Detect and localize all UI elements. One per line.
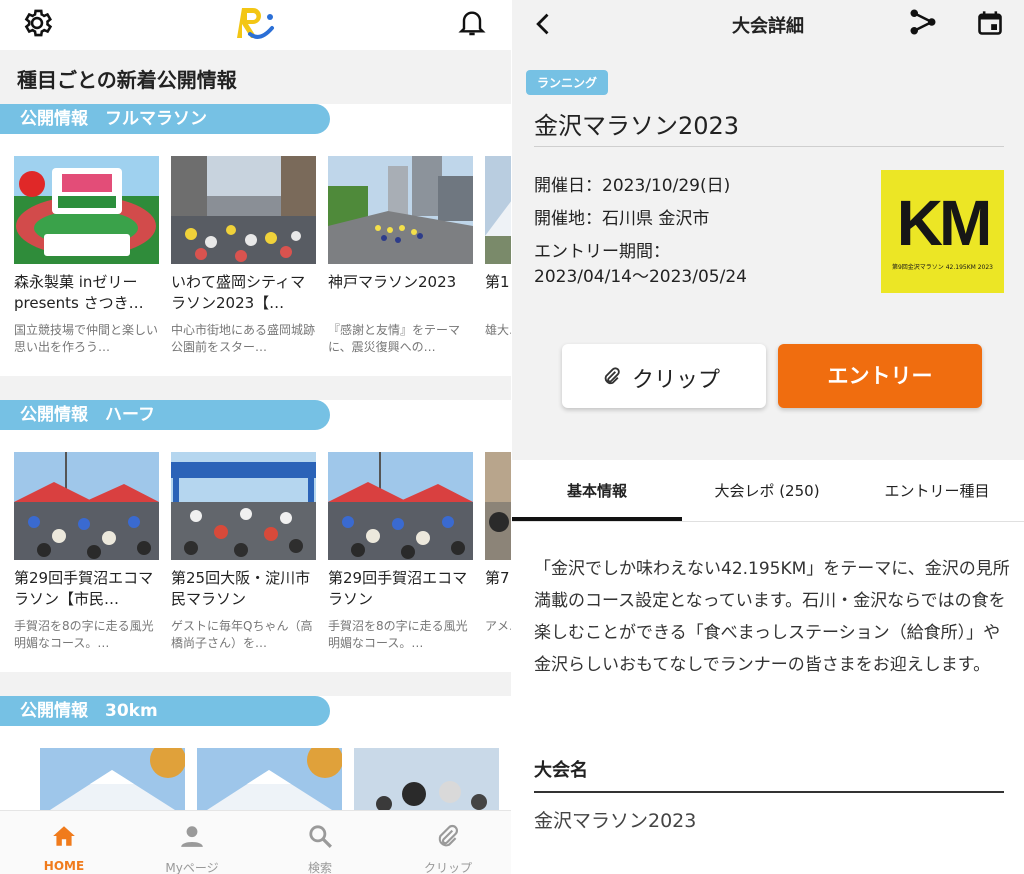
event-title: いわて盛岡シティマラソン2023【… xyxy=(171,273,306,312)
search-icon xyxy=(309,825,332,848)
event-thumbnail[interactable] xyxy=(354,748,499,810)
entry-button[interactable]: エントリー xyxy=(778,344,982,408)
entry-period-label: エントリー期間： xyxy=(534,242,670,262)
event-title: 神戸マラソン2023 xyxy=(328,273,457,291)
event-title: 第1…ソン xyxy=(485,273,512,291)
card-carousel[interactable] xyxy=(40,748,512,810)
nav-home[interactable]: HOME xyxy=(0,811,128,874)
event-card[interactable]: 第29回手賀沼エコマラソン 手賀沼を8の字に走る風光明媚なコース。… xyxy=(328,452,473,652)
event-logo: KM 第9回金沢マラソン 42.195KM 2023 xyxy=(881,170,1004,293)
home-screen: 種目ごとの新着公開情報 公開情報 フルマラソン 森永製菓 inゼリー prese… xyxy=(0,0,512,874)
nav-label: HOME xyxy=(43,859,85,873)
section-tab: 公開情報 フルマラソン xyxy=(0,104,330,134)
event-card[interactable]: 第25回大阪・淀川市民マラソン ゲストに毎年Qちゃん（高橋尚子さん）を… xyxy=(171,452,316,652)
event-desc: 国立競技場で仲間と楽しい思い出を作ろう… xyxy=(14,323,159,354)
event-name: 金沢マラソン2023 xyxy=(534,112,740,140)
logo-subtext: 第9回金沢マラソン 42.195KM 2023 xyxy=(891,264,993,271)
detail-tabs: 基本情報 大会レポ (250) エントリー種目 xyxy=(512,460,1024,522)
event-desc: 雄大…河口… xyxy=(485,323,512,337)
event-title: 第7…マラ xyxy=(485,569,512,587)
section-full-marathon: 公開情報 フルマラソン 森永製菓 inゼリー presents さつき… 国立競… xyxy=(0,104,512,376)
calendar-icon[interactable] xyxy=(976,8,1004,38)
tab-race-reports[interactable]: 大会レポ (250) xyxy=(682,460,852,522)
bell-icon[interactable] xyxy=(456,6,488,38)
event-thumbnail xyxy=(14,452,159,560)
event-title: 第29回手賀沼エコマラソン xyxy=(328,569,468,608)
event-desc: アメ…ぱい xyxy=(485,619,512,633)
nav-mypage[interactable]: Myページ xyxy=(128,811,256,874)
section-half: 公開情報 ハーフ 第29回手賀沼エコマラソン【市民… 手賀沼を8の字に走る風光明… xyxy=(0,400,512,672)
person-icon xyxy=(181,826,203,847)
field-label-event-name: 大会名 xyxy=(534,760,588,781)
detail-header: 大会詳細 xyxy=(512,0,1024,50)
event-description: 「金沢でしか味わえない42.195KM」をテーマに、金沢の見所満載のコース設定と… xyxy=(534,559,1010,675)
event-thumbnail xyxy=(14,156,159,264)
gear-icon[interactable] xyxy=(20,6,54,40)
detail-summary: 大会詳細 ランニング 金沢マラソン2023 開催日：2023/10/29(日) … xyxy=(512,0,1024,460)
home-top-bar xyxy=(0,0,512,50)
nav-search[interactable]: 検索 xyxy=(256,811,384,874)
clip-button[interactable]: クリップ xyxy=(562,344,766,408)
event-thumbnail xyxy=(485,452,512,560)
event-card[interactable]: 第29回手賀沼エコマラソン【市民… 手賀沼を8の字に走る風光明媚なコース。… xyxy=(14,452,159,652)
event-desc: 中心市街地にある盛岡城跡公園前をスター… xyxy=(171,323,316,354)
field-value-event-name: 金沢マラソン2023 xyxy=(534,810,697,832)
divider xyxy=(534,146,1004,147)
tab-basic-info[interactable]: 基本情報 xyxy=(512,460,682,522)
divider xyxy=(534,791,1004,793)
section-tab: 公開情報 ハーフ xyxy=(0,400,330,430)
event-title: 第25回大阪・淀川市民マラソン xyxy=(171,569,311,608)
event-card[interactable]: 神戸マラソン2023 『感謝と友情』をテーマに、震災復興への… xyxy=(328,156,473,356)
share-icon[interactable] xyxy=(908,6,938,38)
event-thumbnail[interactable] xyxy=(40,748,185,810)
bottom-navigation: HOME Myページ 検索 クリップ xyxy=(0,810,512,874)
event-thumbnail[interactable] xyxy=(197,748,342,810)
nav-label: クリップ xyxy=(423,861,472,874)
event-date: 開催日：2023/10/29(日) xyxy=(534,176,731,196)
category-badge: ランニング xyxy=(526,70,609,95)
active-tab-indicator xyxy=(512,517,682,521)
paperclip-icon xyxy=(438,824,458,847)
card-carousel[interactable]: 森永製菓 inゼリー presents さつき… 国立競技場で仲間と楽しい思い出… xyxy=(14,156,512,376)
tab-entry-categories[interactable]: エントリー種目 xyxy=(852,460,1022,522)
event-place: 開催地：石川県 金沢市 xyxy=(534,209,710,229)
section-30km: 公開情報 30km xyxy=(0,696,512,816)
app-logo xyxy=(237,8,274,39)
clip-button-label: クリップ xyxy=(632,368,721,393)
event-thumbnail xyxy=(328,452,473,560)
header-title: 大会詳細 xyxy=(732,16,804,37)
entry-period: 2023/04/14〜2023/05/24 xyxy=(534,267,747,287)
event-card[interactable]: 森永製菓 inゼリー presents さつき… 国立競技場で仲間と楽しい思い出… xyxy=(14,156,159,356)
event-detail-screen: 大会詳細 ランニング 金沢マラソン2023 開催日：2023/10/29(日) … xyxy=(512,0,1024,874)
event-desc: 『感謝と友情』をテーマに、震災復興への… xyxy=(328,323,461,354)
event-card[interactable]: 第7…マラ アメ…ぱい xyxy=(485,452,512,652)
event-thumbnail xyxy=(328,156,473,264)
event-desc: ゲストに毎年Qちゃん（高橋尚子さん）を… xyxy=(171,619,313,650)
event-card[interactable]: 第1…ソン 雄大…河口… xyxy=(485,156,512,356)
event-thumbnail xyxy=(485,156,512,264)
event-title: 森永製菓 inゼリー presents さつき… xyxy=(14,273,144,312)
nav-label: 検索 xyxy=(307,861,332,874)
nav-label: Myページ xyxy=(165,861,219,874)
section-tab: 公開情報 30km xyxy=(0,696,330,726)
event-desc: 手賀沼を8の字に走る風光明媚なコース。… xyxy=(328,619,468,650)
nav-clip[interactable]: クリップ xyxy=(384,811,512,874)
event-thumbnail xyxy=(171,156,316,264)
logo-text: KM xyxy=(896,187,993,259)
event-title: 第29回手賀沼エコマラソン【市民… xyxy=(14,569,154,608)
event-card[interactable]: いわて盛岡シティマラソン2023【… 中心市街地にある盛岡城跡公園前をスター… xyxy=(171,156,316,356)
event-thumbnail xyxy=(171,452,316,560)
paperclip-icon xyxy=(604,367,620,385)
home-icon xyxy=(53,826,75,846)
card-carousel[interactable]: 第29回手賀沼エコマラソン【市民… 手賀沼を8の字に走る風光明媚なコース。… 第… xyxy=(14,452,512,672)
event-desc: 手賀沼を8の字に走る風光明媚なコース。… xyxy=(14,619,154,650)
page-title: 種目ごとの新着公開情報 xyxy=(17,68,237,92)
